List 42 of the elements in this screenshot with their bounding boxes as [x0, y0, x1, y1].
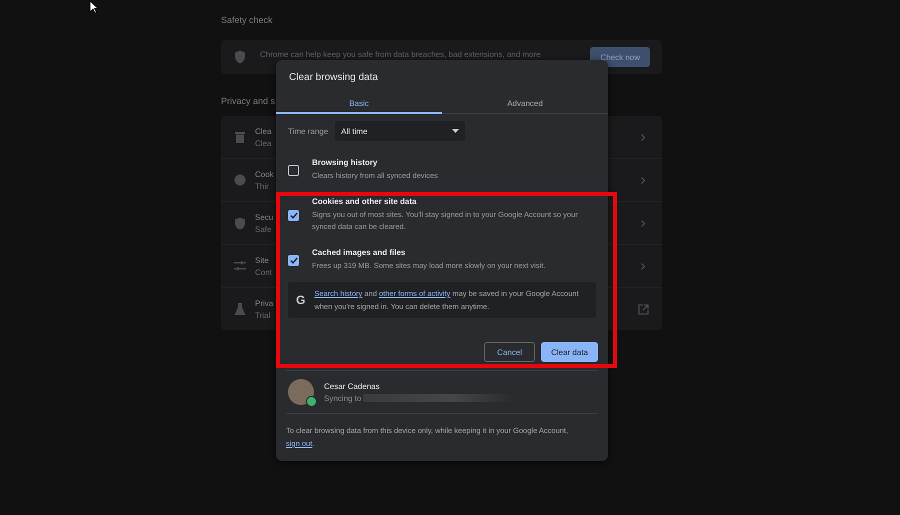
- flask-icon: [234, 303, 246, 315]
- mouse-cursor-icon: [89, 0, 99, 14]
- trash-icon: [234, 131, 246, 143]
- chevron-right-icon[interactable]: [641, 262, 645, 270]
- option-title: Browsing history: [312, 158, 378, 167]
- shield-icon: [234, 216, 246, 230]
- time-range-label: Time range: [288, 126, 328, 136]
- section-heading: Privacy and s: [221, 96, 276, 108]
- avatar-drawing: [288, 379, 314, 405]
- chevron-right-icon[interactable]: [641, 176, 645, 184]
- option-title: Cached images and files: [312, 248, 406, 257]
- setting-title: Site: [255, 256, 269, 264]
- checkbox[interactable]: [288, 254, 299, 266]
- tab[interactable]: Basic: [276, 94, 442, 114]
- section-heading: Safety check: [221, 15, 273, 27]
- setting-subtitle: Safe: [255, 224, 272, 234]
- chevron-right-icon[interactable]: [641, 220, 645, 226]
- setting-title: Clea: [255, 126, 272, 136]
- google-logo-icon: G: [296, 293, 306, 307]
- checkbox[interactable]: [288, 164, 299, 176]
- shield-icon: [234, 50, 246, 64]
- caret-icon: [452, 129, 460, 133]
- cancel-button[interactable]: Cancel: [484, 342, 536, 362]
- setting-subtitle: Trial: [255, 310, 270, 320]
- setting-subtitle: Thir: [255, 182, 269, 190]
- external-link-icon[interactable]: [638, 304, 649, 314]
- time-range-dropdown[interactable]: All time: [335, 121, 466, 141]
- sync-status: Syncing to: [324, 394, 362, 402]
- setting-title: Priva: [255, 298, 274, 308]
- option-title: Cookies and other site data: [312, 197, 418, 206]
- chevron-right-icon[interactable]: [641, 134, 645, 140]
- dialog-title: Clear browsing data: [288, 71, 379, 85]
- account-name: Cesar Cadenas: [324, 382, 381, 390]
- clear-data-button[interactable]: Clear data: [541, 342, 598, 362]
- setting-title: Secu: [255, 212, 274, 222]
- setting-subtitle: Cont: [255, 268, 272, 276]
- setting-title: Cook: [255, 170, 274, 178]
- checkbox[interactable]: [288, 210, 299, 220]
- sliders-icon: [234, 261, 246, 271]
- tab[interactable]: Advanced: [442, 94, 608, 114]
- safety-check-text: Chrome can help keep you safe from data breaches, bad extensions, and more: [260, 50, 542, 58]
- setting-subtitle: Clea: [255, 138, 272, 148]
